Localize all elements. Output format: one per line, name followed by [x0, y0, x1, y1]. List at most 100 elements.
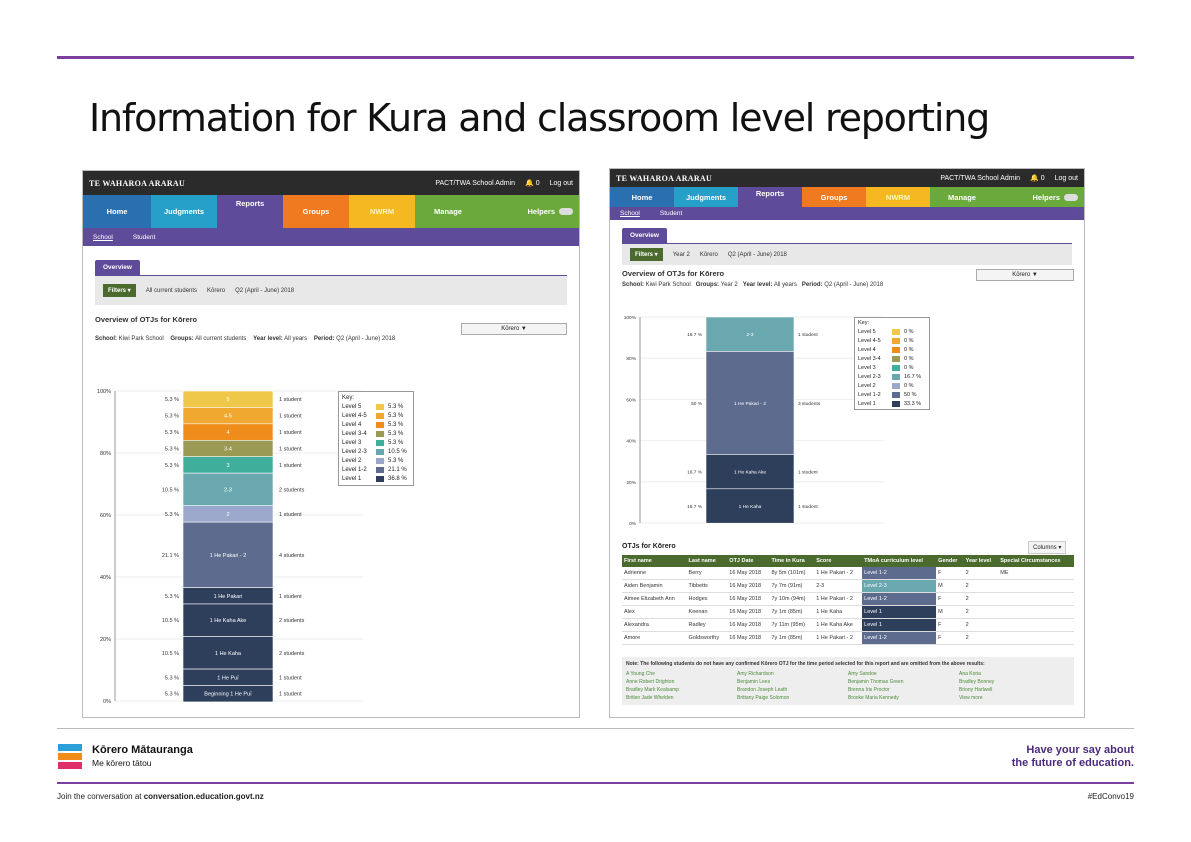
column-header[interactable]: Time in Kura [769, 555, 815, 567]
user-name[interactable]: PACT/TWA School Admin [940, 175, 1020, 182]
table-cell: 1 He Kaha [814, 605, 863, 619]
legend-item: Level 4-5 5.3 % [342, 413, 404, 419]
omitted-student-link[interactable]: Brooke Maria Kennedy [848, 695, 959, 701]
omitted-student-link[interactable]: Benjamin Thomas Green [848, 679, 959, 685]
nav-groups[interactable]: Groups [802, 187, 866, 207]
tab-overview[interactable]: Overview [95, 260, 140, 275]
bell-icon[interactable]: 🔔 0 [525, 179, 540, 187]
omitted-student-link[interactable]: Amy Sandoe [848, 671, 959, 677]
segment-count: 1 student [798, 470, 818, 476]
helpers-toggle[interactable]: Helpers [527, 195, 579, 228]
nav-groups[interactable]: Groups [283, 195, 349, 228]
segment-percent: 21.1 % [162, 553, 179, 559]
segment-percent: 5.3 % [165, 692, 179, 698]
legend-item: Level 30 % [858, 365, 914, 371]
tab-overview[interactable]: Overview [622, 228, 667, 243]
table-row[interactable]: Aiden Benjamin Tibbetts 16 May 2018 7y 7m (… [622, 579, 1074, 593]
table-row[interactable]: Alex Keenan 16 May 2018 7y 1m (85m) 1 He Kah… [622, 605, 1074, 619]
table-row[interactable]: Amore Goldsworthy 16 May 2018 7y 1m (85m) 1 … [622, 631, 1074, 645]
omitted-student-link[interactable]: Benjamin Lees [737, 679, 848, 685]
table-cell: M [936, 605, 964, 619]
segment-label: 3-4 [224, 447, 232, 453]
omitted-student-link[interactable]: Britlen Jade Whelden [626, 695, 737, 701]
legend-item: Level 4 5.3 % [342, 422, 404, 428]
nav-judgments[interactable]: Judgments [151, 195, 217, 228]
legend-swatch [892, 356, 900, 362]
subnav-school[interactable]: School [93, 234, 113, 241]
omitted-student-link[interactable]: Amy Richardson [737, 671, 848, 677]
app-brand: TE WAHAROA ARARAU [616, 173, 713, 183]
omitted-student-link[interactable]: Bradley Bonney [959, 679, 1070, 685]
column-header[interactable]: TMoA curriculum level [862, 555, 937, 567]
subject-dropdown[interactable]: Kōrero ▼ [976, 269, 1074, 281]
column-header[interactable]: Last name [686, 555, 728, 567]
nav-judgments[interactable]: Judgments [674, 187, 738, 207]
segment-label: 5 [226, 397, 229, 403]
columns-button[interactable]: Columns ▾ [1028, 541, 1067, 554]
chart-left-marks: 100% 80% 60% 40% 20% 0% 5 5.3 % 1 student 4-5 5.3 … [97, 389, 363, 705]
nav-manage[interactable]: Manage [415, 195, 481, 228]
y-tick-label: 20% [626, 480, 636, 486]
helpers-toggle[interactable]: Helpers [1032, 187, 1084, 207]
omitted-student-link[interactable]: Bradley Mark Kealsamp [626, 687, 737, 693]
column-header[interactable]: First name [622, 555, 687, 567]
table-cell: 7y 1m (85m) [769, 631, 815, 645]
table-cell [998, 579, 1074, 593]
omitted-student-link[interactable]: A Young Che [626, 671, 737, 677]
omitted-student-link[interactable]: Anne Robert Drighton [626, 679, 737, 685]
table-cell: Radley [686, 618, 728, 632]
omitted-student-link[interactable]: Brenna Iris Proctor [848, 687, 959, 693]
segment-percent: 5.3 % [165, 594, 179, 600]
nav-nwrm[interactable]: NWRM [349, 195, 415, 228]
table-row[interactable]: Adrienne Berry 16 May 2018 8y 5m (101m) 1 He… [622, 567, 1074, 580]
user-name[interactable]: PACT/TWA School Admin [435, 180, 515, 187]
column-header[interactable]: Year level [963, 555, 999, 567]
y-tick-label: 100% [624, 315, 637, 321]
y-tick-label: 40% [100, 575, 111, 581]
table-cell: 2-3 [814, 579, 863, 593]
filters-button[interactable]: Filters ▾ [630, 248, 663, 261]
filters-button[interactable]: Filters ▾ [103, 284, 136, 297]
nav-home[interactable]: Home [83, 195, 151, 228]
nav-manage[interactable]: Manage [930, 187, 994, 207]
column-header[interactable]: Special Circumstances [998, 555, 1074, 567]
segment-label: 1 He Kaha [739, 504, 762, 510]
nav-reports[interactable]: Reports [217, 195, 283, 228]
legend-item: Level 20 % [858, 383, 914, 389]
segment-percent: 5.3 % [165, 414, 179, 420]
subnav-student[interactable]: Student [660, 210, 682, 217]
omitted-student-link[interactable]: Briony Harlwell [959, 687, 1070, 693]
legend-swatch [376, 467, 384, 473]
table-row[interactable]: Aimee Elizabeth Ann Hodges 16 May 2018 7y 1… [622, 592, 1074, 606]
omitted-student-link[interactable]: Brittany Paige Solomon [737, 695, 848, 701]
subnav-student[interactable]: Student [133, 234, 155, 241]
omitted-student-link[interactable]: View more [959, 695, 1070, 701]
join-link[interactable]: Join the conversation at conversation.ed… [57, 792, 264, 801]
nav-home[interactable]: Home [610, 187, 674, 207]
logout-link[interactable]: Log out [550, 180, 573, 187]
table-cell: 2 [963, 579, 999, 593]
table-row[interactable]: Alexandra Radley 16 May 2018 7y 11m (95m) 1 … [622, 618, 1074, 632]
column-header[interactable]: OTJ Date [727, 555, 770, 567]
filter-period: Q2 (April - June) 2018 [727, 251, 787, 258]
segment-percent: 10.5 % [162, 651, 179, 657]
bell-icon[interactable]: 🔔 0 [1030, 174, 1045, 182]
subnav-school[interactable]: School [620, 210, 640, 217]
table-cell: 16 May 2018 [727, 631, 770, 645]
nav-nwrm[interactable]: NWRM [866, 187, 930, 207]
table-cell: Hodges [686, 592, 728, 606]
segment-percent: 10.5 % [162, 487, 179, 493]
top-rule [57, 56, 1134, 59]
segment-count: 1 student [279, 430, 302, 436]
column-header[interactable]: Score [814, 555, 863, 567]
logout-link[interactable]: Log out [1055, 175, 1078, 182]
column-header[interactable]: Gender [936, 555, 964, 567]
omitted-student-link[interactable]: Brandon Joseph Leath [737, 687, 848, 693]
subject-dropdown[interactable]: Kōrero ▼ [461, 323, 567, 335]
legend-swatch [892, 347, 900, 353]
nav-reports[interactable]: Reports [738, 187, 802, 207]
omitted-student-link[interactable]: Ana Koria [959, 671, 1070, 677]
legend-swatch [376, 458, 384, 464]
table-cell: 16 May 2018 [727, 592, 770, 606]
segment-percent: 16.7 % [687, 470, 703, 476]
